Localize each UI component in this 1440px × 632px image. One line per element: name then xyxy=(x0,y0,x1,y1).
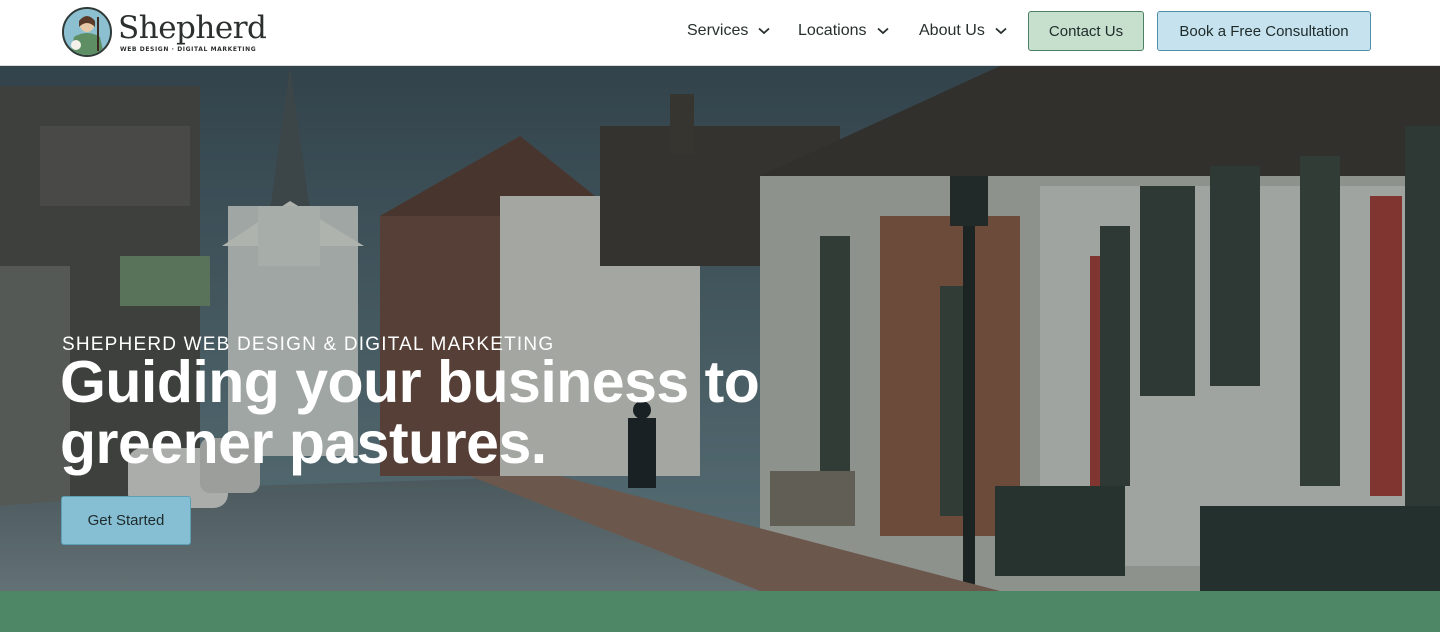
brand-tagline: WEB DESIGN · DIGITAL MARKETING xyxy=(120,45,257,53)
section-divider-band xyxy=(0,591,1440,632)
nav-about-label: About Us xyxy=(919,22,985,39)
nav-services-label: Services xyxy=(687,22,749,39)
nav-services[interactable]: Services xyxy=(687,19,770,43)
nav-locations[interactable]: Locations xyxy=(798,19,889,43)
brand-name: Shepherd xyxy=(118,9,267,46)
nav-locations-label: Locations xyxy=(798,22,867,39)
hero-overlay xyxy=(0,66,1440,591)
get-started-button[interactable]: Get Started xyxy=(61,496,191,545)
chevron-down-icon xyxy=(758,27,770,35)
hero-section: SHEPHERD WEB DESIGN & DIGITAL MARKETING … xyxy=(0,66,1440,591)
hero-headline-line-1: Guiding your business to xyxy=(60,349,760,415)
nav-about[interactable]: About Us xyxy=(919,19,1007,43)
book-consultation-button[interactable]: Book a Free Consultation xyxy=(1157,11,1371,51)
brand-logo[interactable]: Shepherd WEB DESIGN · DIGITAL MARKETING xyxy=(62,6,267,58)
chevron-down-icon xyxy=(876,27,889,35)
hero-headline: Guiding your business to greener pasture… xyxy=(60,352,820,474)
shepherd-logo-icon xyxy=(62,7,112,57)
site-header: Shepherd WEB DESIGN · DIGITAL MARKETING … xyxy=(0,0,1440,66)
contact-us-button[interactable]: Contact Us xyxy=(1028,11,1144,51)
hero-headline-line-2: greener pastures. xyxy=(60,410,547,476)
chevron-down-icon xyxy=(995,27,1007,35)
